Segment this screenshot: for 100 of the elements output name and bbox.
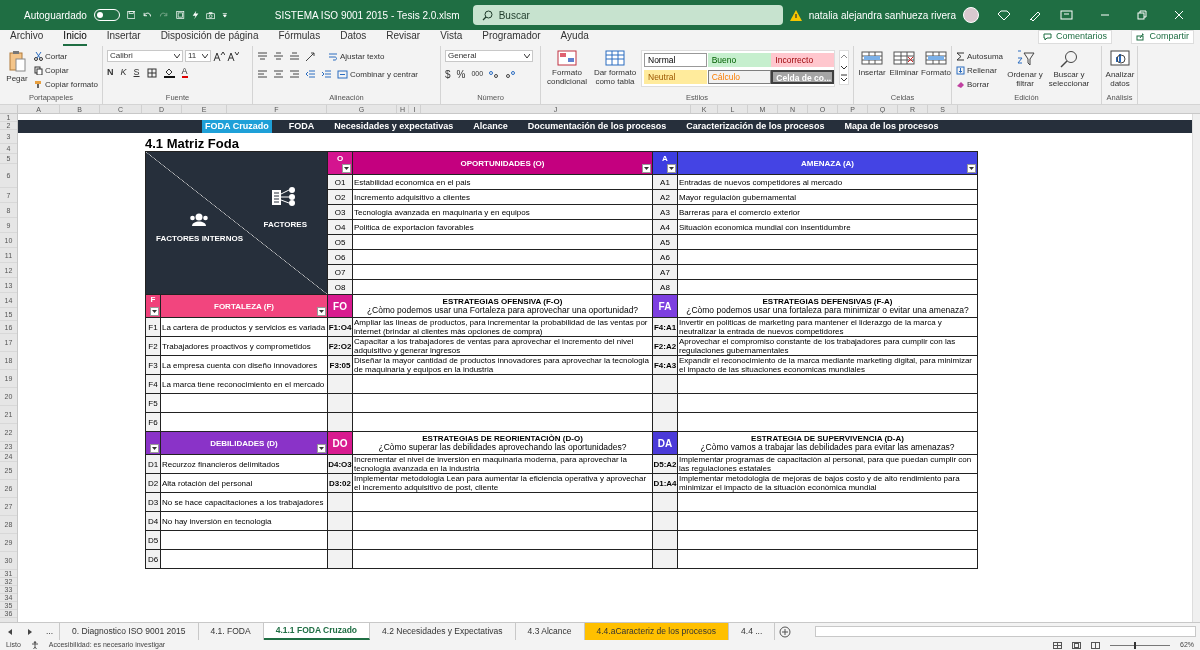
find-select-button[interactable]: Buscar y seleccionar xyxy=(1047,50,1092,88)
save-icon[interactable] xyxy=(126,9,136,21)
nav-link[interactable]: Mapa de los procesos xyxy=(841,119,942,134)
table-cell: F3 xyxy=(146,356,161,375)
page-layout-icon[interactable] xyxy=(1072,641,1081,649)
cell-style-button[interactable]: Neutral xyxy=(644,70,707,84)
font-grow-icon[interactable] xyxy=(213,51,225,61)
dropdown-caret-icon xyxy=(669,167,674,170)
borders-icon[interactable] xyxy=(146,67,157,78)
menu-tab[interactable]: Datos xyxy=(340,28,367,46)
horizontal-scrollbar[interactable] xyxy=(815,626,1196,637)
copy-button[interactable]: Copiar xyxy=(34,64,98,77)
filter-button[interactable] xyxy=(317,307,326,316)
font-color-button[interactable]: A xyxy=(181,67,188,79)
filter-button[interactable] xyxy=(150,307,159,316)
menu-tab[interactable]: Archivo xyxy=(10,28,44,46)
format-as-table-button[interactable]: Dar formato como tabla xyxy=(593,50,637,86)
sheet-tab[interactable]: 4.1.1 FODA Cruzado xyxy=(263,623,371,640)
more-styles-icon[interactable] xyxy=(840,73,848,84)
fill-button[interactable]: Rellenar xyxy=(956,64,1004,77)
decrease-indent-icon[interactable] xyxy=(305,70,316,79)
delete-cells-button[interactable]: Eliminar xyxy=(890,50,918,77)
nav-link[interactable]: Documentación de los procesos xyxy=(524,119,670,134)
normal-view-icon[interactable] xyxy=(1053,641,1062,649)
increase-indent-icon[interactable] xyxy=(321,70,332,79)
diamond-icon[interactable] xyxy=(998,9,1010,21)
currency-button[interactable]: $ xyxy=(445,67,451,82)
conditional-format-button[interactable]: Formato condicional xyxy=(545,50,589,86)
table-cell xyxy=(653,493,678,512)
number-format-field[interactable]: General xyxy=(445,50,533,62)
nav-link[interactable]: Alcance xyxy=(470,119,511,134)
cut-button[interactable]: Cortar xyxy=(34,50,98,63)
format-cells-button[interactable]: Formato xyxy=(922,50,950,77)
filter-button[interactable] xyxy=(342,164,351,173)
page-break-icon[interactable] xyxy=(1091,641,1100,649)
filter-button[interactable] xyxy=(642,164,651,173)
merge-center-button[interactable]: Combinar y centrar xyxy=(337,68,419,81)
search-field[interactable]: Buscar xyxy=(472,5,783,25)
nav-link[interactable]: Caracterización de los procesos xyxy=(683,119,828,134)
dropdown-caret-icon xyxy=(202,54,208,58)
table-cell xyxy=(328,375,353,394)
restore-icon[interactable] xyxy=(1137,10,1147,20)
filter-button[interactable] xyxy=(150,444,159,453)
sheet-tab[interactable]: 4.4.aCaracteriz de los procesos xyxy=(584,623,730,640)
lightning-icon[interactable] xyxy=(191,9,199,21)
camera-icon[interactable] xyxy=(205,9,216,21)
table-cell: Recurzoz financieros delimitados xyxy=(161,455,328,474)
cell-style-button[interactable]: Incorrecto xyxy=(771,53,835,67)
clear-button[interactable]: Borrar xyxy=(956,78,1004,91)
analyze-data-button[interactable]: Analizar datos xyxy=(1106,50,1134,88)
menu-tab[interactable]: Revisar xyxy=(386,28,421,46)
nav-link[interactable]: Necesidades y expectativas xyxy=(331,119,457,134)
menu-tab[interactable]: Programador xyxy=(482,28,541,46)
filter-button[interactable] xyxy=(967,164,976,173)
table-cell: D3 xyxy=(146,493,161,512)
font-shrink-icon[interactable] xyxy=(227,51,239,61)
menu-tab[interactable]: Disposición de página xyxy=(160,28,259,46)
format-cells-icon xyxy=(925,50,947,66)
orientation-icon[interactable] xyxy=(305,51,317,62)
menu-tab[interactable]: Fórmulas xyxy=(278,28,321,46)
wrap-text-button[interactable]: Ajustar texto xyxy=(328,50,385,63)
user-avatar[interactable] xyxy=(963,7,979,23)
pen-icon[interactable] xyxy=(1029,9,1041,21)
insert-cells-button[interactable]: Insertar xyxy=(858,50,886,77)
accessibility-icon[interactable] xyxy=(30,641,39,649)
form-icon[interactable] xyxy=(176,9,185,21)
format-painter-button[interactable]: Copiar formato xyxy=(34,78,98,91)
customize-icon[interactable] xyxy=(222,11,228,19)
bold-button[interactable]: N xyxy=(107,66,114,80)
cell-style-button[interactable]: Bueno xyxy=(707,53,771,67)
table-cell: Trabajadores proactivos y comprometidos xyxy=(161,337,328,356)
paste-button[interactable]: Pegar xyxy=(4,50,30,83)
font-size-field[interactable]: 11 xyxy=(185,50,211,62)
table-cell xyxy=(328,512,353,531)
table-cell: D4 xyxy=(146,512,161,531)
percent-button[interactable]: % xyxy=(456,67,466,82)
increase-decimal-icon[interactable] xyxy=(489,70,500,79)
menu-tab[interactable]: Vista xyxy=(440,28,463,46)
sort-filter-button[interactable]: Ordenar y filtrar xyxy=(1007,50,1044,88)
underline-button[interactable]: S xyxy=(133,66,140,80)
decrease-decimal-icon[interactable] xyxy=(505,70,516,79)
table-cell: O1 xyxy=(328,175,353,190)
font-name-field[interactable]: Calibri xyxy=(107,50,183,62)
filter-button[interactable] xyxy=(317,444,326,453)
menu-tab[interactable]: Insertar xyxy=(106,28,141,46)
ribbon-display-icon[interactable] xyxy=(1060,10,1073,20)
vertical-scrollbar[interactable] xyxy=(1192,114,1200,622)
nav-link[interactable]: FODA xyxy=(285,119,318,134)
menu-tab[interactable]: Ayuda xyxy=(560,28,589,46)
filter-button[interactable] xyxy=(667,164,676,173)
italic-button[interactable]: K xyxy=(120,66,127,80)
autosum-button[interactable]: Autosuma xyxy=(956,50,1004,63)
close-icon[interactable] xyxy=(1174,10,1184,20)
strategy-code: DO xyxy=(332,438,348,448)
cell-style-button[interactable]: Normal xyxy=(644,53,707,67)
table-cell xyxy=(653,375,678,394)
comments-button[interactable]: Comentarios xyxy=(1037,30,1112,44)
fill-color-icon[interactable] xyxy=(163,67,175,79)
table-cell: Mayor regulaciòn gubernamental xyxy=(678,190,978,205)
share-button[interactable]: Compartir xyxy=(1131,30,1194,44)
